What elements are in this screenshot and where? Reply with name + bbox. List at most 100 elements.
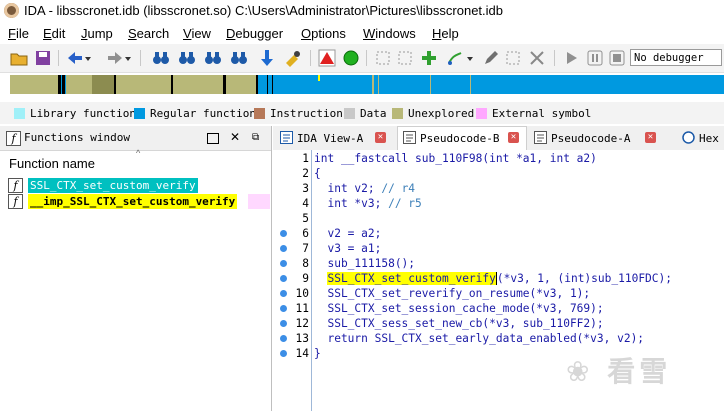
float-icon[interactable]: ⧉ xyxy=(252,132,259,143)
menu-jump[interactable]: Jump xyxy=(81,26,113,41)
breakpoint-dot-icon[interactable] xyxy=(280,335,287,342)
code-comment: // r4 xyxy=(381,182,416,195)
save-icon[interactable] xyxy=(34,49,52,67)
toolbar-separator xyxy=(554,50,555,66)
warning-icon[interactable] xyxy=(318,49,336,67)
code-text[interactable]: return SSL_CTX_set_early_data_enabled(*v… xyxy=(314,331,644,346)
code-line[interactable]: 13 return SSL_CTX_set_early_data_enabled… xyxy=(273,331,724,346)
tab-label: Pseudocode-A xyxy=(551,132,631,145)
code-text[interactable]: v2 = a2; xyxy=(314,226,381,241)
legend-label-unexplored: Unexplored xyxy=(408,107,475,120)
jump-down-arrow-icon[interactable] xyxy=(258,49,276,67)
breakpoint-dot-icon[interactable] xyxy=(280,305,287,312)
breakpoint-dot-icon[interactable] xyxy=(280,350,287,357)
back-dropdown-icon[interactable] xyxy=(84,49,92,67)
tab-ida-view-a[interactable]: IDA View-A ✕ xyxy=(275,127,393,149)
tab-pseudocode-b[interactable]: Pseudocode-B ✕ xyxy=(397,126,527,151)
tab-close-icon[interactable]: ✕ xyxy=(508,132,519,143)
code-line[interactable]: 7 v3 = a1; xyxy=(273,241,724,256)
script-dropdown-icon[interactable] xyxy=(466,49,474,67)
search-text-icon[interactable] xyxy=(178,49,196,67)
code-line[interactable]: 9 SSL_CTX_set_custom_verify(*v3, 1, (int… xyxy=(273,271,724,286)
code-line[interactable]: 5 xyxy=(273,211,724,226)
flashlight-icon[interactable] xyxy=(284,49,302,67)
legend-swatch-instruction xyxy=(254,108,265,119)
code-line[interactable]: 12 SSL_CTX_sess_set_new_cb(*v3, sub_110F… xyxy=(273,316,724,331)
code-line[interactable]: 11 SSL_CTX_set_session_cache_mode(*v3, 7… xyxy=(273,301,724,316)
open-folder-icon[interactable] xyxy=(10,49,28,67)
code-text[interactable]: v3 = a1; xyxy=(314,241,381,256)
menu-view[interactable]: View xyxy=(183,26,211,41)
code-text[interactable]: int v2; // r4 xyxy=(314,181,415,196)
debugger-select[interactable]: No debugger xyxy=(630,49,722,66)
nav-unexplored-segment xyxy=(372,75,374,94)
highlighted-identifier[interactable]: SSL_CTX_set_custom_verify xyxy=(327,272,496,285)
function-list-item[interactable]: f __imp_SSL_CTX_set_custom_verify xyxy=(8,194,270,209)
breakpoint-dot-icon[interactable] xyxy=(280,260,287,267)
menu-search[interactable]: Search xyxy=(128,26,169,41)
menu-options[interactable]: Options xyxy=(301,26,346,41)
edit-pencil-icon[interactable] xyxy=(482,49,500,67)
code-line[interactable]: 2{ xyxy=(273,166,724,181)
code-text[interactable]: sub_111158(); xyxy=(314,256,415,271)
breakpoint-dot-icon[interactable] xyxy=(280,245,287,252)
code-line[interactable]: 4 int *v3; // r5 xyxy=(273,196,724,211)
search-binary-icon[interactable] xyxy=(204,49,222,67)
add-code-icon[interactable] xyxy=(396,49,414,67)
code-text[interactable]: { xyxy=(314,166,321,181)
code-text[interactable]: SSL_CTX_set_custom_verify(*v3, 1, (int)s… xyxy=(314,271,672,286)
tab-hex[interactable]: Hex xyxy=(677,127,724,149)
green-circle-icon[interactable] xyxy=(342,49,360,67)
code-line[interactable]: 6 v2 = a2; xyxy=(273,226,724,241)
stop-icon[interactable] xyxy=(608,49,626,67)
navigation-band[interactable] xyxy=(10,75,724,94)
breakpoint-dot-icon[interactable] xyxy=(280,275,287,282)
code-text[interactable]: SSL_CTX_set_reverify_on_resume(*v3, 1); xyxy=(314,286,590,301)
column-header-function-name[interactable]: Function name xyxy=(9,156,95,171)
legend-bar: Library function Regular function Instru… xyxy=(0,102,724,124)
tab-close-icon[interactable]: ✕ xyxy=(375,132,386,143)
function-name[interactable]: SSL_CTX_set_custom_verify xyxy=(28,178,198,193)
code-segment: int *v3; xyxy=(314,197,389,210)
code-text[interactable]: int __fastcall sub_110F98(int *a1, int a… xyxy=(314,151,597,166)
play-icon[interactable] xyxy=(562,49,580,67)
breakpoint-dot-icon[interactable] xyxy=(280,290,287,297)
forward-arrow-icon[interactable] xyxy=(106,49,124,67)
menu-file[interactable]: File xyxy=(8,26,29,41)
function-list-item[interactable]: f SSL_CTX_set_custom_verify xyxy=(8,178,268,193)
close-icon[interactable]: ✕ xyxy=(230,130,240,144)
code-segment: int v2; xyxy=(314,182,382,195)
step-script-icon[interactable] xyxy=(446,49,464,67)
breakpoint-dot-icon[interactable] xyxy=(280,320,287,327)
search-immediate-icon[interactable] xyxy=(230,49,248,67)
close-x-icon[interactable] xyxy=(528,49,546,67)
menu-debugger[interactable]: Debugger xyxy=(226,26,283,41)
code-line[interactable]: 3 int v2; // r4 xyxy=(273,181,724,196)
toolbar-separator xyxy=(140,50,141,66)
code-line[interactable]: 10 SSL_CTX_set_reverify_on_resume(*v3, 1… xyxy=(273,286,724,301)
function-name[interactable]: __imp_SSL_CTX_set_custom_verify xyxy=(28,194,238,209)
code-line[interactable]: 8 sub_111158(); xyxy=(273,256,724,271)
back-arrow-icon[interactable] xyxy=(66,49,84,67)
green-plus-icon[interactable] xyxy=(420,49,438,67)
nav-marker xyxy=(62,75,65,94)
menu-windows[interactable]: Windows xyxy=(363,26,416,41)
legend-swatch-external xyxy=(476,108,487,119)
list-icon[interactable] xyxy=(504,49,522,67)
binoculars-icon[interactable] xyxy=(152,49,170,67)
code-text[interactable]: SSL_CTX_sess_set_new_cb(*v3, sub_110FF2)… xyxy=(314,316,603,331)
forward-dropdown-icon[interactable] xyxy=(124,49,132,67)
add-item-icon[interactable] xyxy=(374,49,392,67)
breakpoint-dot-icon[interactable] xyxy=(280,230,287,237)
pause-icon[interactable] xyxy=(586,49,604,67)
code-text[interactable]: } xyxy=(314,346,321,361)
code-text[interactable]: int *v3; // r5 xyxy=(314,196,421,211)
tab-close-icon[interactable]: ✕ xyxy=(645,132,656,143)
code-text[interactable]: SSL_CTX_set_session_cache_mode(*v3, 769)… xyxy=(314,301,603,316)
menu-help[interactable]: Help xyxy=(432,26,459,41)
maximize-icon[interactable] xyxy=(207,133,219,144)
code-line[interactable]: 1 int __fastcall sub_110F98(int *a1, int … xyxy=(273,151,724,166)
tab-pseudocode-a[interactable]: Pseudocode-A ✕ xyxy=(529,127,661,149)
menu-edit[interactable]: Edit xyxy=(43,26,65,41)
watermark-text: 看雪 xyxy=(607,355,672,388)
